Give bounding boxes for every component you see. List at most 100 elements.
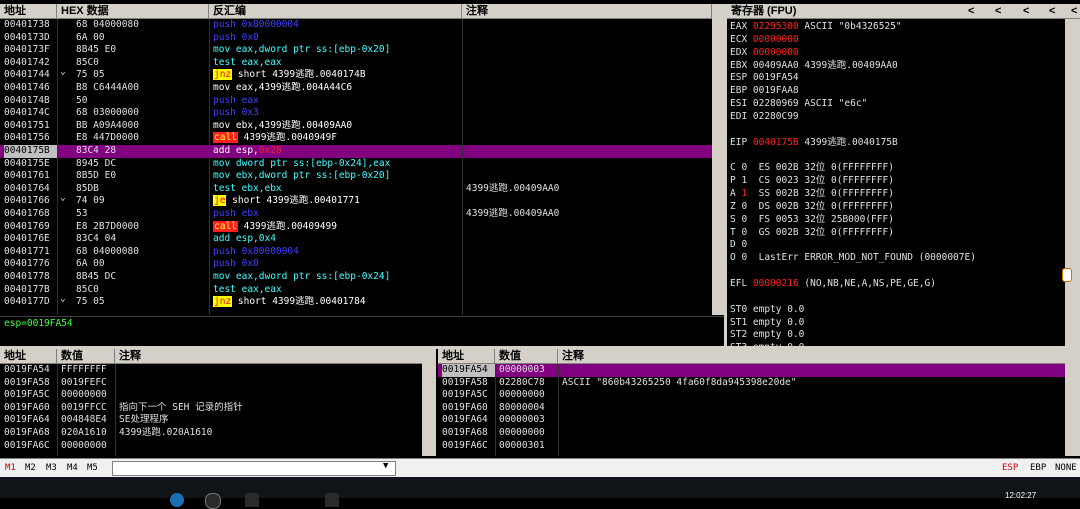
register-line[interactable]: A 1 SS 002B 32位 0(FFFFFFFF) <box>730 188 894 201</box>
reg-nav-0[interactable]: < <box>964 4 974 18</box>
disasm-row[interactable]: 00401742 85C0 test eax,eax <box>0 57 712 70</box>
tab-m5[interactable]: M5 <box>87 463 98 473</box>
stack-row[interactable]: 0019FA58 0019FEFC <box>0 377 422 390</box>
disasm-body[interactable]: 00401738 68 04000080 push 0x80000004 004017… <box>0 19 712 315</box>
stack-row[interactable]: 0019FA60 80000004 <box>438 402 1065 415</box>
stack-row[interactable]: 0019FA60 0019FFCC 指向下一个 SEH 记录的指针 <box>0 402 422 415</box>
register-line[interactable]: EDI 02280C99 <box>730 111 799 124</box>
disasm-row[interactable]: 0040175B 83C4 28 add esp,0x28 <box>0 145 712 158</box>
disasm-col-asm[interactable]: 反汇编 <box>209 4 462 18</box>
reg-nav-2[interactable]: < <box>1019 4 1029 18</box>
disasm-scrollbar[interactable] <box>712 4 724 315</box>
register-line[interactable]: T 0 GS 002B 32位 0(FFFFFFFF) <box>730 227 894 240</box>
ebp-button[interactable]: EBP <box>1030 463 1046 473</box>
dump-left-col-note[interactable]: 注释 <box>115 349 422 363</box>
register-line[interactable]: EBP 0019FAA8 <box>730 85 799 98</box>
register-line[interactable]: EAX 02295300 ASCII "0b4326525" <box>730 21 902 34</box>
disasm-row[interactable]: 00401776 6A 00 push 0x0 <box>0 258 712 271</box>
register-line[interactable]: ST1 empty 0.0 <box>730 317 804 330</box>
disasm-row[interactable]: 00401746 B8 C6444A00 mov eax,4399逃跑.004A44… <box>0 82 712 95</box>
register-line[interactable]: ST0 empty 0.0 <box>730 304 804 317</box>
register-line[interactable]: EBX 00409AA0 4399逃跑.00409AA0 <box>730 60 898 73</box>
reg-nav-4[interactable]: < <box>1067 4 1077 18</box>
dump-right-scrollbar[interactable] <box>1065 349 1080 456</box>
tab-m1[interactable]: M1 <box>5 463 16 473</box>
disasm-col-hex[interactable]: HEX 数据 <box>57 4 209 18</box>
register-token: 0040175B <box>752 136 799 148</box>
disasm-row[interactable]: 0040176E 83C4 04 add esp,0x4 <box>0 233 712 246</box>
disasm-row[interactable]: 0040173F 8B45 E0 mov eax,dword ptr ss:[ebp… <box>0 44 712 57</box>
tab-m3[interactable]: M3 <box>46 463 57 473</box>
register-line[interactable]: ECX 00000000 <box>730 34 799 47</box>
disasm-row[interactable]: 00401756 E8 447D0000 call 4399逃跑.0040949F <box>0 132 712 145</box>
register-line[interactable]: ESI 02280969 ASCII "e6c" <box>730 98 867 111</box>
disasm-row[interactable]: 00401744 ⌄ 75 05 jnz short 4399逃跑.0040174B <box>0 66 712 82</box>
disasm-row[interactable]: 00401761 8B5D E0 mov ebx,dword ptr ss:[ebp… <box>0 170 712 183</box>
disasm-row[interactable]: 0040174B 50 push eax <box>0 95 712 108</box>
tab-m2[interactable]: M2 <box>25 463 36 473</box>
register-line[interactable]: D 0 <box>730 239 747 252</box>
stack-row[interactable]: 0019FA6C 00000000 <box>0 440 422 453</box>
dump-left-col-addr[interactable]: 地址 <box>0 349 57 363</box>
taskbar-icon-4[interactable] <box>325 493 339 507</box>
stack-row[interactable]: 0019FA6C 00000301 <box>438 440 1065 453</box>
stack-row[interactable]: 0019FA64 00000003 <box>438 414 1065 427</box>
tab-m4[interactable]: M4 <box>67 463 78 473</box>
stack-row[interactable]: 0019FA5C 00000000 <box>0 389 422 402</box>
disasm-row[interactable]: 0040175E 8945 DC mov dword ptr ss:[ebp-0x2… <box>0 158 712 171</box>
disasm-col-addr[interactable]: 地址 <box>0 4 57 18</box>
disasm-col-note[interactable]: 注释 <box>462 4 712 18</box>
register-line[interactable]: ST2 empty 0.0 <box>730 329 804 342</box>
dump-left-col-val[interactable]: 数值 <box>57 349 115 363</box>
reg-nav-1[interactable]: < <box>991 4 1001 18</box>
taskbar-icon-1[interactable] <box>170 493 184 507</box>
stack-row[interactable]: 0019FA64 004848E4 SE处理程序 <box>0 414 422 427</box>
stack-row[interactable]: 0019FA68 00000000 <box>438 427 1065 440</box>
command-input[interactable] <box>112 461 396 476</box>
dump-right-body[interactable]: 0019FA54 00000003 0019FA58 02280C78 ASCII "8… <box>438 364 1065 456</box>
dump-left-body[interactable]: 0019FA54 FFFFFFFF 0019FA58 0019FEFC 0019FA5C… <box>0 364 422 456</box>
stack-value: 00000000 <box>61 389 107 401</box>
register-line[interactable]: C 0 ES 002B 32位 0(FFFFFFFF) <box>730 162 894 175</box>
disasm-row[interactable]: 0040177B 85C0 test eax,eax <box>0 284 712 297</box>
stack-row[interactable]: 0019FA54 00000003 <box>438 364 1065 377</box>
disasm-row[interactable]: 00401769 E8 2B7D0000 call 4399逃跑.00409499 <box>0 220 712 234</box>
none-button[interactable]: NONE <box>1055 463 1077 473</box>
lock-icon[interactable] <box>1062 268 1072 282</box>
disasm-row[interactable]: 00401738 68 04000080 push 0x80000004 <box>0 19 712 32</box>
taskbar-icon-3[interactable] <box>245 493 259 507</box>
taskbar-icon-2[interactable] <box>205 493 221 509</box>
disasm-row[interactable]: 00401768 53 push ebx 4399逃跑.00409AA0 <box>0 208 712 221</box>
disasm-row[interactable]: 00401771 68 04000080 push 0x80000004 <box>0 246 712 259</box>
stack-row[interactable]: 0019FA68 020A1610 4399逃跑.020A1610 <box>0 427 422 440</box>
disasm-row[interactable]: 0040173D 6A 00 push 0x0 <box>0 32 712 45</box>
disasm-row[interactable]: 00401778 8B45 DC mov eax,dword ptr ss:[ebp… <box>0 271 712 284</box>
register-line[interactable]: EDX 00000000 <box>730 47 799 60</box>
registers-scrollbar[interactable] <box>1065 19 1080 346</box>
register-line[interactable]: P 1 CS 0023 32位 0(FFFFFFFF) <box>730 175 894 188</box>
dump-right-col-val[interactable]: 数值 <box>495 349 558 363</box>
disasm-row[interactable]: 0040177D ⌄ 75 05 jnz short 4399逃跑.00401784 <box>0 293 712 309</box>
register-line[interactable]: Z 0 DS 002B 32位 0(FFFFFFFF) <box>730 201 894 214</box>
dump-right-col-addr[interactable]: 地址 <box>438 349 495 363</box>
disasm-row[interactable]: 00401751 BB A09A4000 mov ebx,4399逃跑.00409A… <box>0 120 712 133</box>
disasm-note <box>466 233 710 246</box>
register-line[interactable]: ESP 0019FA54 <box>730 72 799 85</box>
stack-row[interactable]: 0019FA54 FFFFFFFF <box>0 364 422 377</box>
register-line[interactable]: O 0 LastErr ERROR_MOD_NOT_FOUND (0000007… <box>730 252 976 265</box>
register-line[interactable]: EFL 00000216 (NO,NB,NE,A,NS,PE,GE,G) <box>730 278 936 291</box>
register-line[interactable]: EIP 0040175B 4399逃跑.0040175B <box>730 137 898 150</box>
stack-row[interactable]: 0019FA58 02280C78 ASCII "860b43265250 4fa6… <box>438 377 1065 390</box>
disasm-row[interactable]: 00401764 85DB test ebx,ebx 4399逃跑.00409AA0 <box>0 183 712 196</box>
registers-title[interactable]: 寄存器 (FPU) <box>727 4 927 18</box>
registers-body[interactable]: EAX 02295300 ASCII "0b4326525" ECX 000000… <box>727 19 1065 346</box>
dump-left-scrollbar[interactable] <box>422 349 436 456</box>
dump-right-col-note[interactable]: 注释 <box>558 349 1065 363</box>
register-line[interactable]: S 0 FS 0053 32位 25B000(FFF) <box>730 214 894 227</box>
disasm-row[interactable]: 00401766 ⌄ 74 09 je short 4399逃跑.00401771 <box>0 192 712 208</box>
reg-nav-3[interactable]: < <box>1045 4 1055 18</box>
stack-row[interactable]: 0019FA5C 00000000 <box>438 389 1065 402</box>
disasm-row[interactable]: 0040174C 68 03000000 push 0x3 <box>0 107 712 120</box>
esp-button[interactable]: ESP <box>1002 463 1018 473</box>
chevron-down-icon[interactable]: ▼ <box>383 461 388 471</box>
